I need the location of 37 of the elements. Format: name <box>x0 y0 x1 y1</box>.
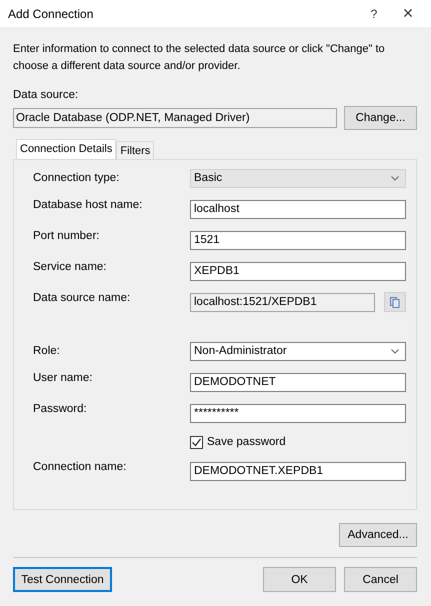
copy-button[interactable] <box>384 292 406 312</box>
help-button[interactable]: ? <box>357 6 391 20</box>
input-field[interactable]: localhost <box>190 200 406 218</box>
dialog-button[interactable]: OK <box>263 567 336 592</box>
field-label: Connection type: <box>33 172 120 184</box>
field-label: Data source name: <box>33 292 132 304</box>
close-button[interactable]: × <box>391 3 425 24</box>
dropdown[interactable]: Non-Administrator <box>190 342 406 360</box>
field-label: Port number: <box>33 230 100 242</box>
field-label: Service name: <box>33 261 108 273</box>
dialog-button[interactable]: Cancel <box>344 567 417 592</box>
input-field[interactable]: DEMODOTNET <box>190 372 406 392</box>
copy-icon <box>390 296 400 308</box>
data-source-field: Oracle Database (ODP.NET, Managed Driver) <box>13 108 337 128</box>
input-field[interactable]: ********** <box>190 404 406 422</box>
input-field[interactable]: localhost:1521/XEPDB1 <box>190 292 375 312</box>
input-field[interactable]: DEMODOTNET.XEPDB1 <box>190 462 406 480</box>
field-label: User name: <box>33 372 94 384</box>
dialog-button[interactable]: Test Connection <box>13 567 112 592</box>
tab[interactable]: Connection Details <box>16 139 116 159</box>
field-label: Password: <box>33 403 88 415</box>
field-label: Database host name: <box>33 199 144 211</box>
input-field[interactable]: 1521 <box>190 230 406 250</box>
chevron-icon <box>391 348 399 354</box>
change-button[interactable]: Change... <box>344 106 417 130</box>
tab[interactable]: Filters <box>116 141 154 159</box>
chevron-icon <box>391 176 399 180</box>
checkbox-label[interactable]: Save password <box>207 436 286 448</box>
field-label: Connection name: <box>33 461 128 473</box>
checkbox[interactable] <box>190 436 203 448</box>
instruction-text: Enter information to connect to the selected data source or click "Change" to choose a different data source and/or provider. <box>13 42 386 74</box>
input-field[interactable]: XEPDB1 <box>190 262 406 280</box>
dropdown[interactable]: Basic <box>190 168 406 188</box>
field-label: Data source: <box>13 89 80 101</box>
field-label: Role: <box>33 345 61 357</box>
advanced-button[interactable]: Advanced... <box>339 523 417 547</box>
window-title: Add Connection <box>8 6 94 20</box>
